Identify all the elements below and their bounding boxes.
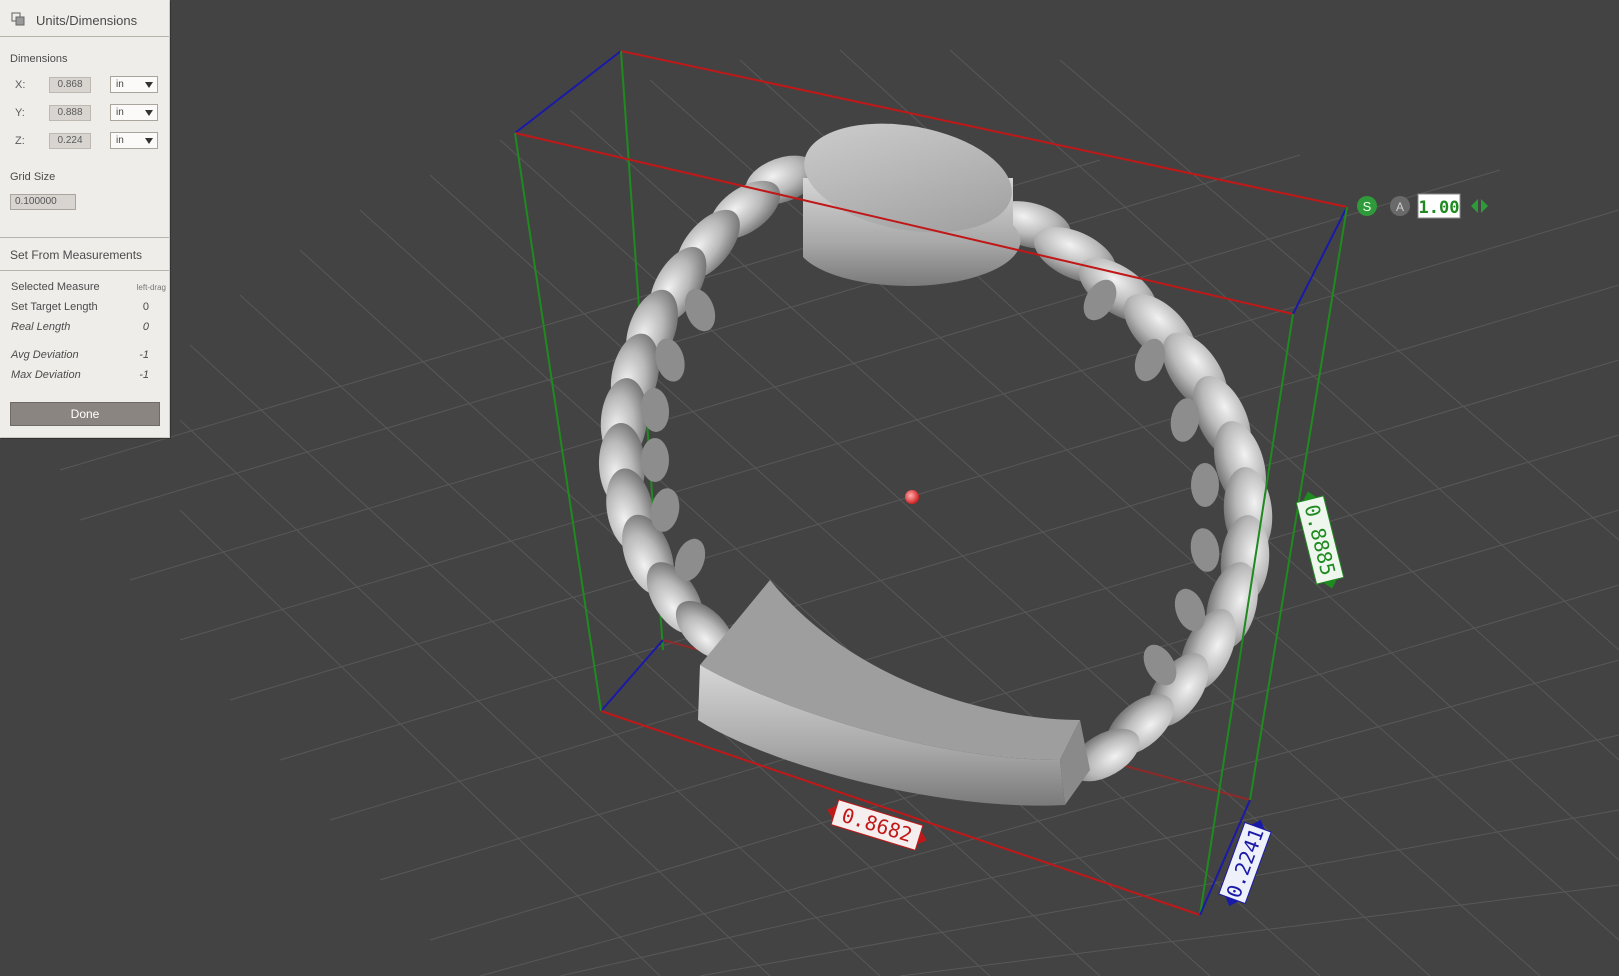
y-unit-value: in: [116, 107, 124, 118]
ring-model[interactable]: [597, 109, 1275, 806]
cube-icon: [11, 12, 25, 26]
units-dimensions-panel: Units/Dimensions Dimensions X: 0.868 in …: [0, 0, 170, 438]
max-deviation-value: -1: [139, 369, 149, 381]
z-unit-value: in: [116, 135, 124, 146]
dimensions-label: Dimensions: [10, 53, 68, 65]
scale-widget[interactable]: S A 1.00: [1357, 193, 1488, 219]
z-label: Z:: [15, 135, 25, 147]
x-dimension-value: 0.8682: [839, 803, 915, 847]
done-button[interactable]: Done: [10, 402, 160, 426]
measurements-header: Set From Measurements: [10, 248, 143, 262]
y-unit-select[interactable]: in: [110, 104, 158, 121]
chevron-down-icon: [145, 82, 153, 88]
pivot-point[interactable]: [905, 490, 919, 504]
divider: [0, 237, 169, 238]
avg-deviation-value: -1: [139, 349, 149, 361]
z-dimension-value: 0.2241: [1221, 825, 1268, 901]
y-label: Y:: [15, 107, 25, 119]
real-length-value: 0: [142, 321, 149, 333]
x-label: X:: [15, 79, 26, 91]
grid-size-field[interactable]: 0.100000: [10, 194, 76, 210]
panel-header: Units/Dimensions: [0, 0, 169, 37]
target-length-value[interactable]: 0: [143, 301, 149, 313]
target-length-label: Set Target Length: [11, 301, 98, 313]
z-unit-select[interactable]: in: [110, 132, 158, 149]
scale-s-text: S: [1363, 199, 1372, 214]
scale-right-arrow-icon[interactable]: [1481, 199, 1488, 213]
z-dimension-field[interactable]: 0.224: [49, 133, 91, 149]
selected-measure-label: Selected Measure: [11, 281, 100, 293]
divider: [0, 270, 169, 271]
z-dimension-label[interactable]: 0.2241: [1216, 815, 1274, 911]
scale-left-arrow-icon[interactable]: [1471, 199, 1478, 213]
y-dimension-field[interactable]: 0.888: [49, 105, 91, 121]
scale-a-text: A: [1396, 200, 1404, 214]
chevron-down-icon: [145, 138, 153, 144]
x-unit-value: in: [116, 79, 124, 90]
avg-deviation-label: Avg Deviation: [11, 349, 79, 361]
max-deviation-label: Max Deviation: [11, 369, 81, 381]
panel-title: Units/Dimensions: [36, 13, 138, 28]
x-unit-select[interactable]: in: [110, 76, 158, 93]
3d-viewport[interactable]: S A 1.00 0.8682 0.8885 0.2241: [0, 0, 1619, 976]
real-length-label: Real Length: [11, 321, 71, 333]
selected-measure-value: left-drag: [136, 283, 166, 292]
scale-value-text: 1.00: [1419, 198, 1460, 218]
grid-size-label: Grid Size: [10, 171, 56, 183]
x-dimension-field[interactable]: 0.868: [49, 77, 91, 93]
chevron-down-icon: [145, 110, 153, 116]
